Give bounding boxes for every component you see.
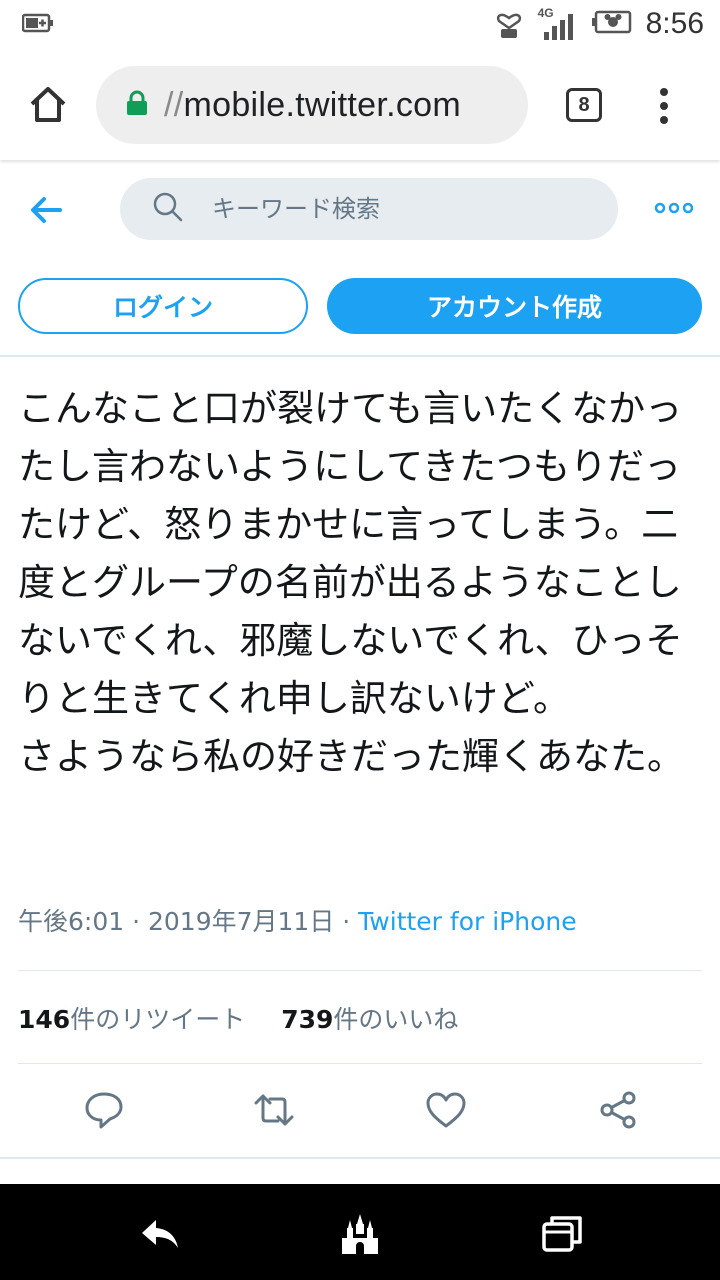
reply-icon[interactable] bbox=[82, 1088, 126, 1132]
search-box[interactable] bbox=[120, 178, 618, 240]
divider bbox=[0, 1157, 720, 1159]
like-icon[interactable] bbox=[424, 1088, 468, 1132]
overflow-menu-icon[interactable] bbox=[650, 84, 678, 128]
divider bbox=[0, 355, 720, 357]
auth-buttons: ログイン アカウント作成 bbox=[0, 278, 720, 338]
url-prefix: // bbox=[164, 85, 184, 124]
signup-button[interactable]: アカウント作成 bbox=[327, 278, 702, 334]
meta-separator: · bbox=[124, 907, 148, 936]
battery-full-icon bbox=[591, 10, 632, 38]
navigation-bar bbox=[0, 1184, 720, 1280]
twitter-header bbox=[0, 160, 720, 258]
status-bar: 4G 8:56 bbox=[0, 0, 720, 48]
url-text: //mobile.twitter.com bbox=[164, 86, 461, 125]
lock-icon bbox=[126, 90, 148, 120]
divider bbox=[18, 970, 702, 971]
tweet-text: こんなこと口が裂けても言いたくなかったし言わないようにしてきたつもりだったけど、… bbox=[18, 387, 684, 778]
tweet-source-link[interactable]: Twitter for iPhone bbox=[358, 907, 576, 936]
retweet-count: 146 bbox=[18, 1005, 71, 1034]
tweet-date[interactable]: 2019年7月11日 bbox=[148, 907, 334, 936]
status-clock: 8:56 bbox=[645, 7, 704, 40]
phone-screen: 4G 8:56 //mobile.twitter.com 8 キーワード検索 ロ… bbox=[0, 0, 720, 1280]
back-icon[interactable] bbox=[138, 1212, 182, 1256]
back-arrow-icon[interactable] bbox=[26, 190, 66, 230]
recents-icon[interactable] bbox=[540, 1212, 584, 1256]
battery-icon bbox=[21, 12, 54, 38]
tweet-actions bbox=[0, 1088, 720, 1136]
url-host: mobile.twitter.com bbox=[183, 85, 461, 124]
like-count: 739 bbox=[281, 1005, 334, 1034]
tweet-stats: 146件のリツイート 739件のいいね bbox=[18, 1000, 708, 1036]
browser-toolbar: //mobile.twitter.com 8 bbox=[0, 48, 720, 160]
meta-separator: · bbox=[334, 907, 359, 936]
retweet-label: 件のリツイート bbox=[70, 1005, 246, 1034]
login-button[interactable]: ログイン bbox=[18, 278, 308, 334]
signal-icon: 4G bbox=[538, 6, 578, 42]
more-dots-icon[interactable] bbox=[654, 196, 694, 220]
tab-count: 8 bbox=[578, 93, 590, 116]
like-stat[interactable]: 739件のいいね bbox=[281, 1000, 458, 1036]
castle-home-icon[interactable] bbox=[338, 1212, 382, 1256]
retweet-icon[interactable] bbox=[252, 1088, 296, 1132]
search-input[interactable] bbox=[212, 195, 572, 223]
like-label: 件のいいね bbox=[333, 1005, 459, 1034]
home-icon[interactable] bbox=[26, 82, 70, 126]
share-icon[interactable] bbox=[596, 1088, 640, 1132]
heart-signal-icon bbox=[494, 4, 524, 44]
tabs-icon[interactable]: 8 bbox=[566, 88, 602, 122]
tweet-meta: 午後6:01 · 2019年7月11日 · Twitter for iPhone bbox=[18, 902, 708, 938]
search-icon bbox=[152, 191, 184, 227]
address-bar[interactable]: //mobile.twitter.com bbox=[96, 66, 528, 144]
tweet-time: 午後6:01 bbox=[18, 907, 125, 936]
divider bbox=[18, 1063, 702, 1064]
status-icons: 4G 8:56 bbox=[494, 4, 704, 44]
retweet-stat[interactable]: 146件のリツイート bbox=[18, 1000, 245, 1036]
